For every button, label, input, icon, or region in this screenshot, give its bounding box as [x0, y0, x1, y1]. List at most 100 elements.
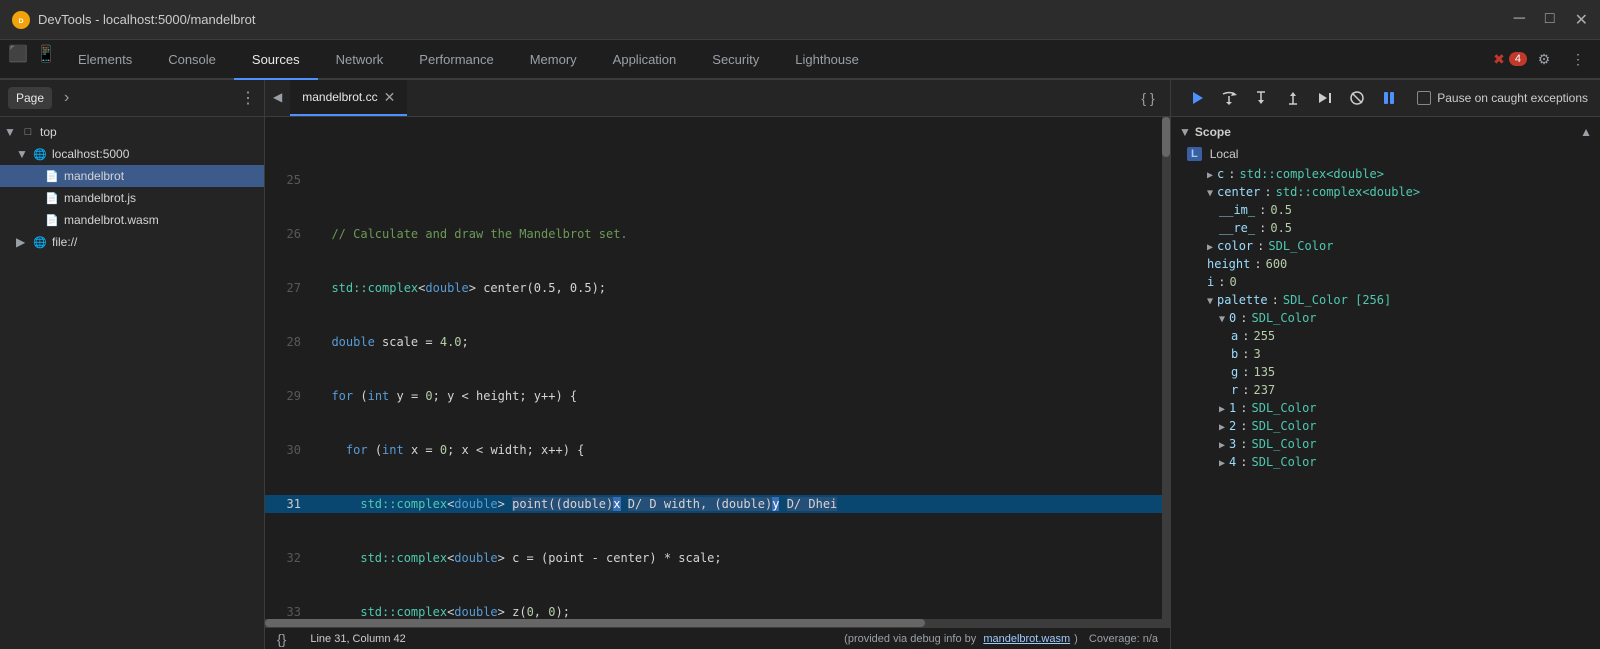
- editor-tab-mandelbrot[interactable]: mandelbrot.cc ✕: [290, 80, 407, 116]
- h-scrollbar-track[interactable]: [265, 619, 1170, 627]
- main-content: Page › ⋮ ▼ □ top ▼ 🌐 localhost:5000 📄 ma…: [0, 80, 1600, 649]
- scope-item-r[interactable]: r : 237: [1171, 381, 1600, 399]
- local-section-header[interactable]: L Local: [1171, 143, 1600, 165]
- code-line: 26 // Calculate and draw the Mandelbrot …: [265, 225, 1170, 243]
- tree-item-file[interactable]: ▶ 🌐 file://: [0, 231, 264, 253]
- scrollbar-track[interactable]: [1162, 117, 1170, 627]
- source-link[interactable]: mandelbrot.wasm: [983, 633, 1070, 645]
- arrow-icon: ▼: [4, 125, 16, 139]
- tab-security[interactable]: Security: [694, 40, 777, 80]
- collapse-icon: ▶: [1219, 440, 1225, 451]
- tab-performance[interactable]: Performance: [401, 40, 511, 80]
- pause-exceptions-checkbox[interactable]: [1417, 91, 1431, 105]
- scope-item-palette1[interactable]: ▶ 1 : SDL_Color: [1171, 399, 1600, 417]
- editor-tabs: ◀ mandelbrot.cc ✕ { }: [265, 80, 1170, 117]
- line-number: 26: [265, 225, 313, 243]
- tab-close-icon[interactable]: ✕: [384, 90, 396, 104]
- tree-item-mandelbrot[interactable]: 📄 mandelbrot: [0, 165, 264, 187]
- titlebar-left: D DevTools - localhost:5000/mandelbrot: [12, 11, 256, 29]
- scope-item-palette4[interactable]: ▶ 4 : SDL_Color: [1171, 453, 1600, 471]
- scope-key: 4: [1229, 455, 1236, 469]
- minimize-button[interactable]: ─: [1514, 10, 1525, 30]
- scrollbar-thumb[interactable]: [1162, 117, 1170, 157]
- source-info: (provided via debug info by: [844, 633, 976, 645]
- cursor-position: Line 31, Column 42: [310, 633, 405, 645]
- tab-application[interactable]: Application: [595, 40, 695, 80]
- scope-section-header[interactable]: ▼ Scope ▲: [1171, 121, 1600, 143]
- more-button[interactable]: ⋮: [1564, 45, 1592, 73]
- h-scrollbar-thumb[interactable]: [265, 619, 925, 627]
- scope-sep: :: [1228, 167, 1235, 181]
- scope-item-height[interactable]: height : 600: [1171, 255, 1600, 273]
- tab-lighthouse[interactable]: Lighthouse: [777, 40, 877, 80]
- sidebar-more-button[interactable]: ⋮: [240, 88, 256, 108]
- tab-sources[interactable]: Sources: [234, 40, 318, 80]
- scope-label: Scope: [1195, 125, 1231, 139]
- line-content: [313, 171, 1170, 189]
- scope-item-a[interactable]: a : 255: [1171, 327, 1600, 345]
- right-panel: Pause on caught exceptions ▼ Scope ▲ L L…: [1170, 80, 1600, 649]
- collapse-icon: ▼: [1207, 296, 1213, 307]
- scope-item-b[interactable]: b : 3: [1171, 345, 1600, 363]
- line-number: 30: [265, 441, 313, 459]
- scope-sep: :: [1242, 383, 1249, 397]
- tabbar-right: ✖ 4 ⚙ ⋮: [1496, 40, 1600, 78]
- sidebar-tab-more[interactable]: ›: [56, 85, 77, 111]
- tab-console[interactable]: Console: [150, 40, 234, 80]
- scope-item-g[interactable]: g : 135: [1171, 363, 1600, 381]
- scope-item-i[interactable]: i : 0: [1171, 273, 1600, 291]
- settings-button[interactable]: ⚙: [1530, 45, 1558, 73]
- close-button[interactable]: ✕: [1575, 10, 1588, 30]
- editor-nav-back[interactable]: ◀: [265, 80, 290, 116]
- scope-expand-icon[interactable]: ▲: [1580, 125, 1592, 139]
- scope-item-palette2[interactable]: ▶ 2 : SDL_Color: [1171, 417, 1600, 435]
- file-icon: 📄: [44, 168, 60, 184]
- scope-item-re[interactable]: __re_ : 0.5: [1171, 219, 1600, 237]
- resume-button[interactable]: [1183, 84, 1211, 112]
- tab-network[interactable]: Network: [318, 40, 402, 80]
- device-mode-icon[interactable]: 📱: [32, 40, 60, 68]
- format-button[interactable]: { }: [1134, 84, 1162, 112]
- tab-elements[interactable]: Elements: [60, 40, 150, 80]
- pause-on-exception-button[interactable]: [1375, 84, 1403, 112]
- deactivate-breakpoints-button[interactable]: [1343, 84, 1371, 112]
- scope-panel[interactable]: ▼ Scope ▲ L Local ▶ c : std::complex<dou…: [1171, 117, 1600, 649]
- tree-item-top[interactable]: ▼ □ top: [0, 121, 264, 143]
- tree-item-localhost[interactable]: ▼ 🌐 localhost:5000: [0, 143, 264, 165]
- scope-item-palette3[interactable]: ▶ 3 : SDL_Color: [1171, 435, 1600, 453]
- tree-item-mandelbrot-wasm[interactable]: 📄 mandelbrot.wasm: [0, 209, 264, 231]
- scope-item-c[interactable]: ▶ c : std::complex<double>: [1171, 165, 1600, 183]
- step-over-button[interactable]: [1215, 84, 1243, 112]
- line-content: std::complex<double> center(0.5, 0.5);: [313, 279, 1170, 297]
- coverage-info: Coverage: n/a: [1089, 633, 1158, 645]
- dock-icon[interactable]: ⬛: [4, 40, 32, 68]
- line-number: 32: [265, 549, 313, 567]
- tree-item-label: mandelbrot.wasm: [64, 213, 159, 227]
- scope-item-palette0[interactable]: ▼ 0 : SDL_Color: [1171, 309, 1600, 327]
- step-into-button[interactable]: [1247, 84, 1275, 112]
- step-button[interactable]: [1311, 84, 1339, 112]
- tab-memory[interactable]: Memory: [512, 40, 595, 80]
- code-editor[interactable]: 25 26 // Calculate and draw the Mandelbr…: [265, 117, 1170, 627]
- tree-item-mandelbrotjs[interactable]: 📄 mandelbrot.js: [0, 187, 264, 209]
- step-out-button[interactable]: [1279, 84, 1307, 112]
- pretty-print-button[interactable]: {}: [277, 631, 286, 647]
- scope-item-center[interactable]: ▼ center : std::complex<double>: [1171, 183, 1600, 201]
- sidebar-tab-page[interactable]: Page: [8, 87, 52, 109]
- globe-icon: 🌐: [32, 234, 48, 250]
- scope-sep: :: [1264, 185, 1271, 199]
- pause-exceptions-label: Pause on caught exceptions: [1437, 91, 1588, 105]
- tree-item-label: top: [40, 125, 57, 139]
- file-wasm-icon: 📄: [44, 212, 60, 228]
- scope-item-palette[interactable]: ▼ palette : SDL_Color [256]: [1171, 291, 1600, 309]
- maximize-button[interactable]: □: [1545, 10, 1555, 30]
- scope-collapse-icon: ▼: [1179, 125, 1191, 139]
- scope-item-im[interactable]: __im_ : 0.5: [1171, 201, 1600, 219]
- scope-item-color[interactable]: ▶ color : SDL_Color: [1171, 237, 1600, 255]
- scope-key: 0: [1229, 311, 1236, 325]
- scope-val: std::complex<double>: [1240, 167, 1385, 181]
- scope-key: height: [1207, 257, 1250, 271]
- collapse-icon: ▶: [1219, 458, 1225, 469]
- code-line: 27 std::complex<double> center(0.5, 0.5)…: [265, 279, 1170, 297]
- errors-badge[interactable]: ✖ 4: [1496, 45, 1524, 73]
